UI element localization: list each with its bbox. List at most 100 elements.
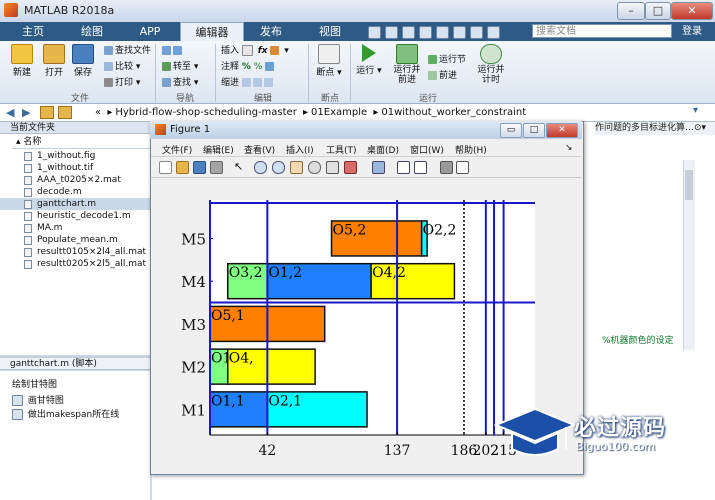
breadcrumb: « ▸ Hybrid-flow-shop-scheduling-master ▸ 0…: [95, 107, 527, 118]
new-figure-icon[interactable]: [159, 161, 172, 174]
figure-menu-help[interactable]: 帮助(H): [455, 143, 487, 156]
legend-icon[interactable]: [414, 161, 427, 174]
breadcrumb-overflow[interactable]: «: [95, 107, 101, 118]
qa-save-icon[interactable]: [368, 26, 381, 39]
data-cursor-icon[interactable]: [326, 161, 339, 174]
save-disk-icon: [72, 44, 94, 64]
qa-cut-icon[interactable]: [385, 26, 398, 39]
task-label: O5,2: [333, 222, 367, 238]
figure-menu-dock-icon[interactable]: ↘: [565, 143, 573, 153]
browse-folder-icon[interactable]: [58, 106, 72, 119]
print-button[interactable]: 打印 ▾: [104, 77, 140, 90]
advance-button[interactable]: 前进: [428, 70, 457, 83]
window-title: MATLAB R2018a: [24, 4, 115, 17]
figure-close-button[interactable]: ✕: [546, 123, 578, 138]
editor-menu-icon[interactable]: ⊙▾: [694, 123, 706, 133]
file-list-item[interactable]: AAA_t0205×2.mat: [0, 174, 150, 186]
details-item[interactable]: 画甘特图: [12, 395, 150, 407]
goto-button[interactable]: 转至 ▾: [162, 61, 198, 74]
figure-menu-file[interactable]: 文件(F): [162, 143, 192, 156]
qa-redo-icon[interactable]: [453, 26, 466, 39]
file-list-item[interactable]: resultt0205×2l5_all.mat: [0, 258, 150, 270]
name-column-header[interactable]: ▴ 名称: [12, 136, 150, 149]
file-name: ganttchart.m: [37, 199, 97, 209]
figure-menu-window[interactable]: 窗口(W): [410, 143, 444, 156]
brush-icon[interactable]: [344, 161, 357, 174]
group-label-breakpoints: 断点: [320, 94, 339, 104]
forward-arrow-icon[interactable]: ▶: [22, 106, 30, 119]
file-icon: [24, 188, 32, 197]
qa-switch-icon[interactable]: [470, 26, 483, 39]
print-figure-icon[interactable]: [210, 161, 223, 174]
y-tick-label: M5: [181, 230, 206, 248]
back-arrow-icon[interactable]: ◀: [6, 106, 14, 119]
zoom-out-icon[interactable]: [272, 161, 285, 174]
qa-copy-icon[interactable]: [402, 26, 415, 39]
back-forward-buttons[interactable]: [162, 45, 184, 58]
figure-minimize-button[interactable]: ▭: [500, 123, 522, 138]
run-advance-button[interactable]: 运行并 前进: [388, 44, 426, 85]
pan-hand-icon[interactable]: [290, 161, 303, 174]
qa-undo-icon[interactable]: [436, 26, 449, 39]
breadcrumb-segment[interactable]: 01without_worker_constraint: [381, 107, 526, 118]
find-files-button[interactable]: 查找文件: [104, 45, 151, 58]
figure-menu-view[interactable]: 查看(V): [244, 143, 275, 156]
run-time-button[interactable]: 运行并 计时: [472, 44, 510, 85]
file-icon: [24, 152, 32, 161]
breakpoint-button[interactable]: 断点 ▾: [312, 44, 346, 78]
qa-paste-icon[interactable]: [419, 26, 432, 39]
hide-plot-tools-icon[interactable]: [440, 161, 453, 174]
details-description: 绘制甘特图: [12, 380, 58, 390]
insert-button[interactable]: 插入 fx ▾: [221, 45, 289, 58]
file-list-item[interactable]: heuristic_decode1.m: [0, 210, 150, 222]
rotate-3d-icon[interactable]: [308, 161, 321, 174]
file-icon: [24, 224, 32, 233]
breadcrumb-segment[interactable]: 01Example: [311, 107, 367, 118]
address-dropdown-icon[interactable]: ▾: [693, 105, 698, 116]
tab-apps[interactable]: APP: [124, 22, 176, 41]
file-list-item[interactable]: MA.m: [0, 222, 150, 234]
close-button[interactable]: ✕: [671, 2, 713, 20]
tab-publish[interactable]: 发布: [246, 22, 296, 41]
details-item[interactable]: 做出makespan所在线: [12, 409, 150, 421]
compare-button[interactable]: 比较 ▾: [104, 61, 140, 74]
login-link[interactable]: 登录: [682, 24, 702, 39]
open-file-icon[interactable]: [176, 161, 189, 174]
file-list-item[interactable]: 1_without.fig: [0, 150, 150, 162]
file-list-item[interactable]: Populate_mean.m: [0, 234, 150, 246]
file-list-item[interactable]: decode.m: [0, 186, 150, 198]
new-button[interactable]: 新建: [5, 44, 39, 78]
save-figure-icon[interactable]: [193, 161, 206, 174]
tab-editor[interactable]: 编辑器: [180, 22, 244, 41]
file-list-item[interactable]: ganttchart.m: [0, 198, 150, 210]
figure-menu-insert[interactable]: 插入(I): [286, 143, 314, 156]
figure-menu-desktop[interactable]: 桌面(D): [367, 143, 399, 156]
comment-button[interactable]: 注释 % %: [221, 61, 276, 74]
colorbar-icon[interactable]: [397, 161, 410, 174]
run-button[interactable]: 运行 ▾: [352, 44, 386, 76]
up-folder-icon[interactable]: [40, 106, 54, 119]
watermark-text: 必过源码: [574, 416, 667, 441]
file-list-item[interactable]: 1_without.tif: [0, 162, 150, 174]
search-input[interactable]: 搜索文档: [532, 24, 672, 38]
zoom-in-icon[interactable]: [254, 161, 267, 174]
link-plot-icon[interactable]: [372, 161, 385, 174]
scrollbar-thumb[interactable]: [685, 170, 693, 200]
tab-view[interactable]: 视图: [302, 22, 358, 41]
save-button[interactable]: 保存: [66, 44, 100, 78]
qa-help-icon[interactable]: [487, 26, 500, 39]
find-button[interactable]: 查找 ▾: [162, 77, 198, 90]
indent-button[interactable]: 缩进: [221, 77, 275, 90]
file-list-item[interactable]: resultt0105×2l4_all.mat: [0, 246, 150, 258]
pointer-icon[interactable]: ↖: [234, 161, 245, 172]
figure-menu-tools[interactable]: 工具(T): [326, 143, 357, 156]
show-plot-tools-icon[interactable]: [456, 161, 469, 174]
run-section-button[interactable]: 运行节: [428, 54, 466, 67]
breadcrumb-segment[interactable]: Hybrid-flow-shop-scheduling-master: [115, 107, 296, 118]
tab-plots[interactable]: 绘图: [62, 22, 122, 41]
figure-maximize-button[interactable]: □: [523, 123, 545, 138]
minimize-button[interactable]: –: [617, 2, 645, 20]
figure-menu-edit[interactable]: 编辑(E): [203, 143, 234, 156]
maximize-button[interactable]: □: [645, 2, 671, 20]
tab-home[interactable]: 主页: [8, 22, 58, 41]
